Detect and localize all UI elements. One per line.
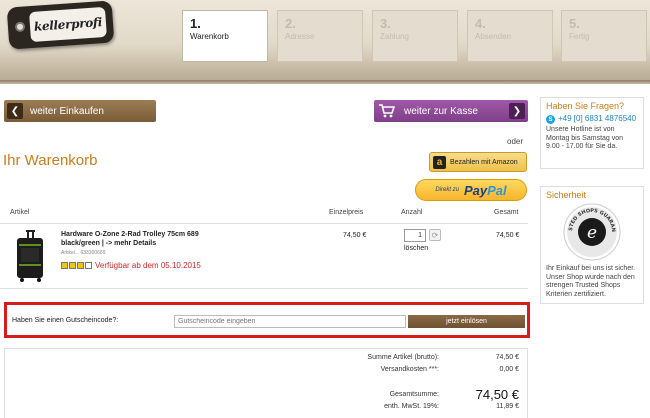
amazon-pay-label: Bezahlen mit Amazon bbox=[450, 158, 518, 166]
step-number: 2. bbox=[285, 16, 296, 31]
amazon-pay-button[interactable]: a Bezahlen mit Amazon bbox=[429, 152, 527, 172]
site-logo[interactable]: kellerprofi bbox=[6, 0, 115, 50]
coupon-label: Haben Sie einen Gutscheincode?: bbox=[12, 317, 119, 324]
quantity-input[interactable]: 1 bbox=[404, 229, 426, 242]
col-artikel: Artikel bbox=[10, 209, 30, 216]
header-divider bbox=[0, 80, 650, 84]
step-label: Adresse bbox=[285, 32, 315, 41]
help-box: Haben Sie Fragen? S +49 [0] 6831 4876540… bbox=[540, 97, 644, 169]
chevron-right-icon: ❯ bbox=[509, 103, 525, 119]
phone-link[interactable]: S +49 [0] 6831 4876540 bbox=[546, 114, 638, 124]
total-label: Gesamtsumme: bbox=[389, 391, 439, 398]
product-image[interactable] bbox=[13, 230, 47, 282]
shipping-label: Versandkosten ***: bbox=[380, 366, 439, 373]
subtotal-value: 74,50 € bbox=[495, 354, 519, 361]
vat-label: enth. MwSt. 19%: bbox=[384, 403, 439, 410]
coupon-input[interactable] bbox=[174, 315, 406, 328]
step-label: Zahlung bbox=[380, 32, 409, 41]
step-number: 4. bbox=[475, 16, 486, 31]
header: kellerprofi 1. Warenkorb 2. Adresse 3. Z… bbox=[0, 0, 650, 80]
continue-shopping-button[interactable]: ❮ weiter Einkaufen bbox=[4, 100, 156, 122]
cart-table-header: Artikel Einzelpreis Anzahl Gesamt bbox=[0, 207, 528, 224]
total-value: 74,50 € bbox=[475, 387, 519, 402]
product-art-number: Artikel... 633300689 bbox=[61, 250, 106, 256]
amazon-icon: a bbox=[433, 155, 446, 169]
checkout-button[interactable]: weiter zur Kasse ❯ bbox=[374, 100, 528, 122]
continue-shopping-label: weiter Einkaufen bbox=[30, 105, 104, 117]
col-einzelpreis: Einzelpreis bbox=[329, 209, 364, 216]
checkout-label: weiter zur Kasse bbox=[404, 105, 478, 117]
step-number: 3. bbox=[380, 16, 391, 31]
shipping-line: Versandkosten ***: 0,00 € bbox=[319, 366, 519, 373]
subtotal-line: Summe Artikel (brutto): 74,50 € bbox=[319, 354, 519, 361]
unit-price: 74,50 € bbox=[343, 232, 367, 239]
security-title: Sicherheit bbox=[546, 190, 587, 200]
refresh-icon[interactable]: ⟳ bbox=[429, 229, 441, 241]
remove-link[interactable]: löschen bbox=[404, 245, 428, 252]
availability-bars bbox=[61, 262, 92, 269]
hotline-text: Unsere Hotline ist von Montag bis Samsta… bbox=[546, 126, 624, 150]
step-label: Fertig bbox=[569, 32, 590, 41]
product-name-link[interactable]: Hardware O-Zone 2-Rad Trolley 75cm 689 b… bbox=[61, 230, 211, 248]
step-label: Absenden bbox=[475, 32, 512, 41]
security-text: Ihr Einkauf bei uns ist sicher. Unser Sh… bbox=[546, 265, 636, 298]
step-zahlung: 3. Zahlung bbox=[372, 10, 458, 62]
total-line: Gesamtsumme: 74,50 € bbox=[319, 387, 519, 402]
step-absenden: 4. Absenden bbox=[467, 10, 553, 62]
phone-number: +49 [0] 6831 4876540 bbox=[558, 114, 637, 123]
step-adresse: 2. Adresse bbox=[277, 10, 363, 62]
or-label: oder bbox=[507, 137, 524, 146]
availability: Verfügbar ab dem 05.10.2015 bbox=[61, 261, 201, 270]
vat-value: 11,89 € bbox=[496, 403, 519, 410]
skype-icon: S bbox=[546, 115, 555, 124]
tag-hole bbox=[14, 21, 26, 33]
paypal-button[interactable]: Direkt zu PayPal bbox=[415, 179, 527, 201]
subtotal-label: Summe Artikel (brutto): bbox=[367, 354, 439, 361]
step-number: 5. bbox=[569, 16, 580, 31]
paypal-pal: Pal bbox=[487, 182, 507, 198]
step-number: 1. bbox=[190, 16, 201, 31]
paypal-logo: PayPal bbox=[464, 183, 507, 198]
step-fertig: 5. Fertig bbox=[561, 10, 647, 62]
svg-text:e: e bbox=[587, 223, 597, 243]
availability-text: Verfügbar ab dem 05.10.2015 bbox=[95, 261, 201, 270]
logo-text: kellerprofi bbox=[29, 6, 107, 43]
step-warenkorb: 1. Warenkorb bbox=[182, 10, 268, 62]
cart-icon bbox=[378, 102, 396, 120]
shipping-value: 0,00 € bbox=[499, 366, 519, 373]
help-title: Haben Sie Fragen? bbox=[546, 101, 625, 111]
cart-item-row: Hardware O-Zone 2-Rad Trolley 75cm 689 b… bbox=[0, 224, 528, 289]
step-label: Warenkorb bbox=[190, 32, 229, 41]
order-summary: Summe Artikel (brutto): 74,50 € Versandk… bbox=[4, 348, 528, 418]
security-box: Sicherheit e TRUSTED SHOPS GUARANTEE Ihr… bbox=[540, 186, 644, 304]
page-title: Ihr Warenkorb bbox=[3, 152, 98, 169]
col-anzahl: Anzahl bbox=[401, 209, 423, 216]
row-total: 74,50 € bbox=[496, 232, 520, 239]
col-gesamt: Gesamt bbox=[494, 209, 519, 216]
coupon-apply-button[interactable]: jetzt einlösen bbox=[408, 315, 525, 328]
trusted-shops-seal-icon[interactable]: e TRUSTED SHOPS GUARANTEE bbox=[563, 203, 621, 261]
coupon-box: Haben Sie einen Gutscheincode?: jetzt ei… bbox=[4, 302, 530, 338]
vat-line: enth. MwSt. 19%: 11,89 € bbox=[319, 403, 519, 410]
paypal-prefix: Direkt zu bbox=[435, 187, 459, 193]
chevron-left-icon: ❮ bbox=[7, 103, 23, 119]
paypal-pay: Pay bbox=[464, 182, 488, 198]
